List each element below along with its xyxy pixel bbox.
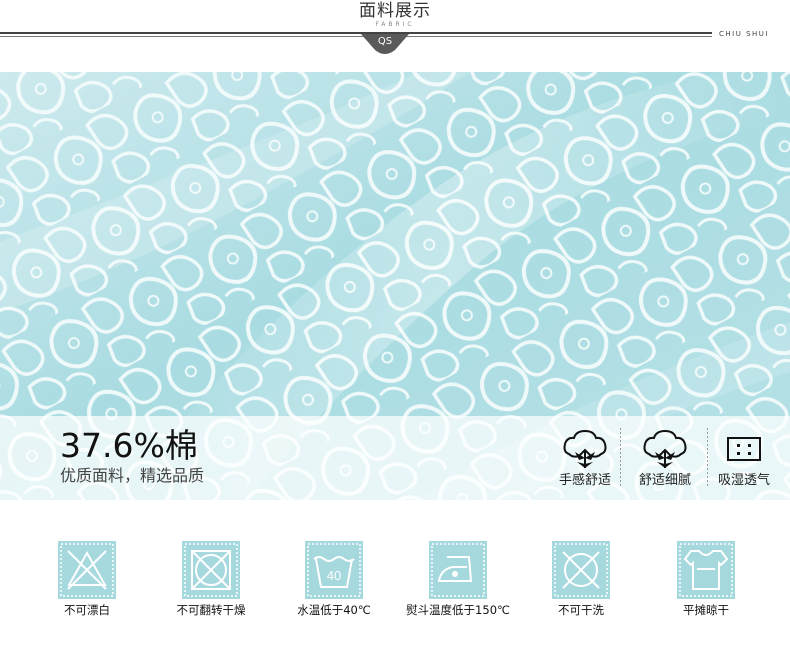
- feature-label: 手感舒适: [558, 473, 611, 488]
- qs-badge-label: QS: [377, 36, 393, 47]
- fabric-tagline: 优质面料，精选品质: [60, 466, 205, 485]
- care-label: 不可干洗: [558, 603, 604, 617]
- brand-name: CHIU SHUI: [719, 30, 769, 38]
- care-label: 不可漂白: [64, 603, 110, 617]
- header-rule: [0, 32, 712, 34]
- feature-label: 吸湿透气: [717, 473, 770, 488]
- wash-40-icon: 40: [305, 541, 363, 599]
- section-header: 面料展示 FABRIC QS CHIU SHUI: [0, 0, 790, 72]
- header-rule-thin: [0, 36, 712, 37]
- iron-150-icon: [429, 541, 487, 599]
- no-bleach-icon: [58, 541, 116, 599]
- no-tumble-dry-icon: [182, 541, 240, 599]
- care-label: 平摊晾干: [683, 603, 729, 617]
- cotton-icon: [643, 429, 687, 468]
- care-label: 水温低于40℃: [297, 603, 371, 617]
- no-dry-clean-icon: [552, 541, 610, 599]
- cotton-percentage: 37.6%棉: [60, 426, 198, 465]
- feature-label: 舒适细腻: [638, 473, 691, 488]
- care-label: 不可翻转干燥: [176, 603, 246, 617]
- care-label: 熨斗温度低于150℃: [406, 603, 510, 617]
- breathable-icon: [727, 437, 761, 461]
- section-title: 面料展示: [359, 1, 431, 21]
- feature-divider: [620, 428, 621, 488]
- cotton-icon: [563, 429, 607, 468]
- flat-dry-icon: [677, 541, 735, 599]
- wash-temp: 40: [327, 568, 341, 583]
- section-subtitle: FABRIC: [375, 21, 415, 28]
